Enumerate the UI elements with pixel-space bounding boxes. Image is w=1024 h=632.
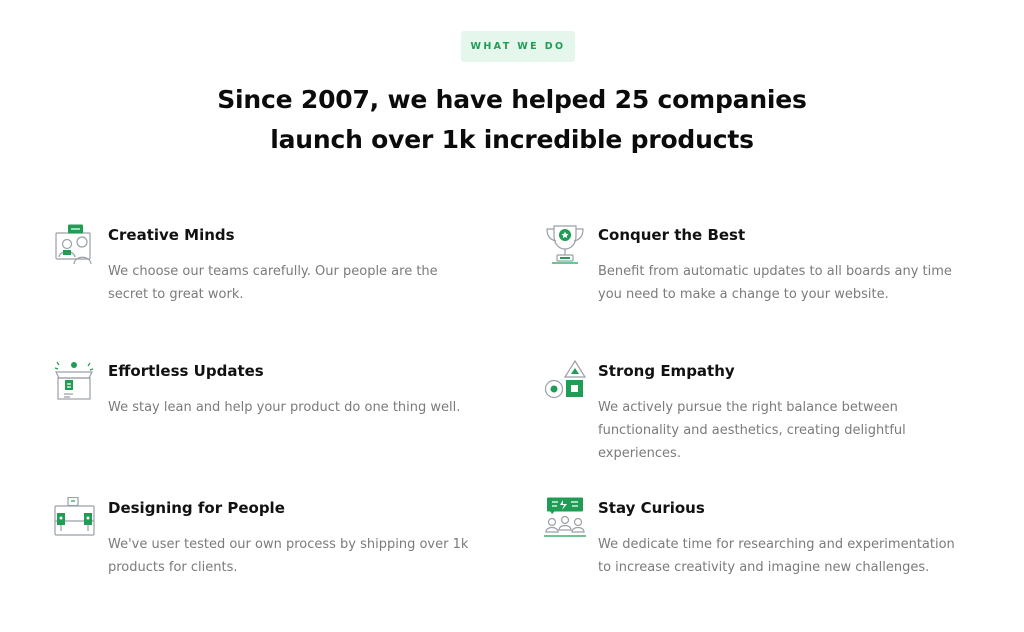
feature-title: Conquer the Best — [598, 226, 746, 244]
feature-title: Creative Minds — [108, 226, 235, 244]
section-badge: WHAT WE DO — [461, 31, 575, 62]
feature-title: Stay Curious — [598, 499, 705, 517]
feature-title: Strong Empathy — [598, 362, 735, 380]
creative-minds-icon — [54, 224, 96, 266]
feature-description: Benefit from automatic updates to all bo… — [598, 264, 952, 302]
trophy-icon — [544, 224, 586, 266]
headline-line-2: launch over 1k incredible products — [270, 125, 754, 154]
section-headline: Since 2007, we have helped 25 companies … — [0, 80, 1024, 160]
feature-description: We actively pursue the right balance bet… — [598, 400, 906, 461]
team-ideas-icon — [544, 497, 586, 539]
feature-description: We've user tested our own process by shi… — [108, 537, 469, 575]
shapes-icon — [544, 360, 586, 402]
headline-line-1: Since 2007, we have helped 25 companies — [217, 85, 807, 114]
feature-description: We dedicate time for researching and exp… — [598, 537, 955, 575]
feature-title: Designing for People — [108, 499, 285, 517]
toolbox-icon — [54, 497, 96, 539]
what-we-do-section: WHAT WE DO Since 2007, we have helped 25… — [0, 0, 1024, 632]
feature-description: We stay lean and help your product do on… — [108, 400, 461, 415]
feature-description: We choose our teams carefully. Our peopl… — [108, 264, 438, 302]
feature-title: Effortless Updates — [108, 362, 264, 380]
package-updates-icon — [54, 360, 96, 402]
